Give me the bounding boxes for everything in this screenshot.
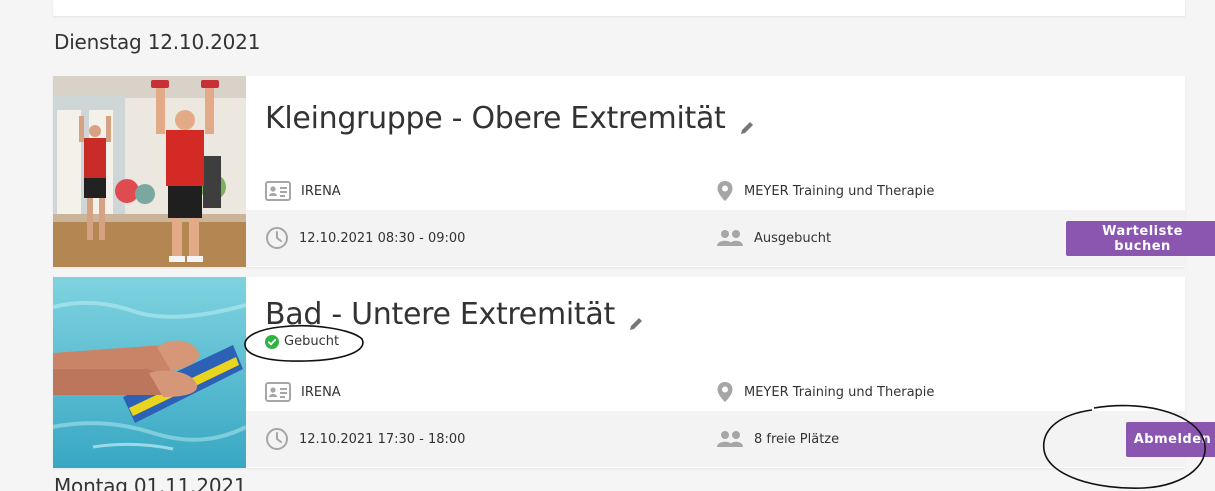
course-schedule-row: 12.10.2021 17:30 - 18:00 8 freie Plätze … (246, 411, 1215, 467)
instructor-name: IRENA (301, 384, 341, 400)
users-icon (717, 230, 743, 246)
course-title-text: Kleingruppe - Obere Extremität (265, 101, 726, 136)
check-circle-icon (265, 334, 279, 349)
clock-icon (266, 428, 288, 450)
availability-text: Ausgebucht (754, 230, 832, 246)
map-pin-icon (717, 181, 733, 201)
course-schedule-row: 12.10.2021 08:30 - 09:00 Ausgebucht Wart… (246, 210, 1215, 266)
cancel-booking-button[interactable]: Abmelden (1126, 422, 1215, 457)
map-pin-icon (717, 382, 733, 402)
clock-icon (266, 227, 288, 249)
id-card-icon (265, 181, 291, 201)
instructor-info: IRENA (265, 369, 341, 415)
users-icon (717, 431, 743, 447)
course-card: Kleingruppe - Obere Extremität IRENA MEY… (53, 76, 1215, 267)
course-schedule-page: Dienstag 12.10.2021 Kleingruppe - Obere … (0, 0, 1215, 491)
instructor-info: IRENA (265, 168, 341, 214)
availability-info: Ausgebucht (716, 215, 831, 261)
pencil-icon[interactable] (627, 306, 645, 330)
availability-info: 8 freie Plätze (716, 416, 839, 462)
course-title: Bad - Untere Extremität (265, 297, 645, 332)
course-datetime: 12.10.2021 17:30 - 18:00 (299, 431, 466, 447)
pencil-icon[interactable] (738, 110, 756, 134)
day-heading: Montag 01.11.2021 (54, 474, 247, 491)
course-title-text: Bad - Untere Extremität (265, 297, 615, 332)
location-info: MEYER Training und Therapie (716, 168, 934, 214)
id-card-icon (265, 382, 291, 402)
booking-status: Gebucht (284, 334, 340, 349)
location-name: MEYER Training und Therapie (744, 183, 935, 199)
previous-card-edge (53, 0, 1185, 16)
course-image (53, 76, 246, 267)
time-info: 12.10.2021 08:30 - 09:00 (265, 215, 465, 261)
course-datetime: 12.10.2021 08:30 - 09:00 (299, 230, 466, 246)
location-info: MEYER Training und Therapie (716, 369, 934, 415)
instructor-name: IRENA (301, 183, 341, 199)
waitlist-button[interactable]: Warteliste buchen (1066, 221, 1215, 256)
course-card: Bad - Untere Extremität Gebucht IRENA ME… (53, 277, 1215, 468)
location-name: MEYER Training und Therapie (744, 384, 935, 400)
day-heading: Dienstag 12.10.2021 (54, 30, 261, 54)
availability-text: 8 freie Plätze (754, 431, 840, 447)
time-info: 12.10.2021 17:30 - 18:00 (265, 416, 465, 462)
course-title: Kleingruppe - Obere Extremität (265, 101, 756, 136)
status-badge: Gebucht (244, 324, 364, 362)
course-image (53, 277, 246, 468)
